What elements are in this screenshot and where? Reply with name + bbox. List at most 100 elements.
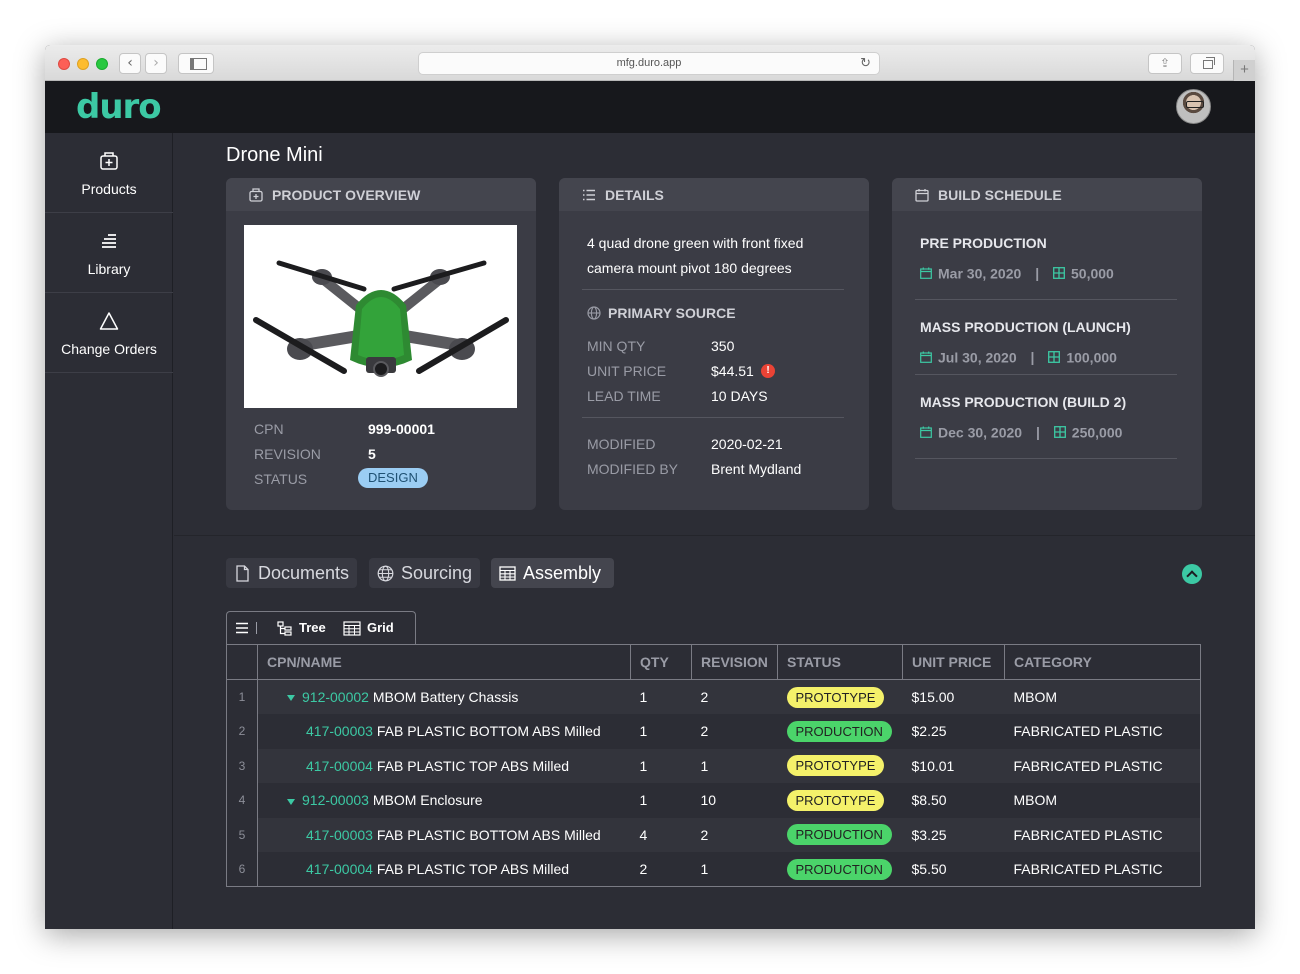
- sidebar-item-products[interactable]: Products: [45, 133, 173, 213]
- min-qty-label: MIN QTY: [587, 338, 646, 354]
- grid-view-button[interactable]: Grid: [343, 620, 394, 636]
- maximize-window-button[interactable]: [96, 58, 108, 70]
- sidebar-item-library[interactable]: Library: [45, 213, 173, 293]
- column-header-revision[interactable]: REVISION: [691, 644, 778, 680]
- schedule-qty: 250,000: [1071, 424, 1123, 441]
- back-icon[interactable]: ‹: [119, 53, 141, 74]
- tree-view-label: Tree: [299, 620, 326, 635]
- row-number: 3: [226, 748, 258, 783]
- forward-icon[interactable]: ›: [145, 53, 167, 74]
- column-header-cpn-name[interactable]: CPN/NAME: [257, 644, 631, 680]
- table-row[interactable]: 3 417-00004 FAB PLASTIC TOP ABS Milled 1…: [226, 748, 1201, 783]
- column-header-category[interactable]: CATEGORY: [1004, 644, 1201, 680]
- modified-label: MODIFIED: [587, 436, 656, 452]
- tab-assembly[interactable]: Assembly: [491, 558, 614, 588]
- cpn-link[interactable]: 912-00003: [302, 792, 369, 808]
- price-alert-icon[interactable]: !: [761, 364, 775, 378]
- list-icon: [583, 189, 595, 201]
- menu-icon[interactable]: [235, 621, 249, 635]
- cpn-link[interactable]: 417-00004: [306, 861, 373, 877]
- status-label: STATUS: [254, 471, 308, 487]
- address-bar[interactable]: mfg.duro.app ↻: [418, 52, 880, 75]
- quantity-grid-icon: [1053, 267, 1065, 280]
- cpn-link[interactable]: 417-00004: [306, 758, 373, 774]
- app-header: duro: [45, 81, 1255, 133]
- card-title: BUILD SCHEDULE: [938, 187, 1062, 203]
- qty-cell: 1: [630, 714, 692, 749]
- part-name: FAB PLASTIC BOTTOM ABS Milled: [376, 826, 601, 843]
- table-row[interactable]: 5 417-00003 FAB PLASTIC BOTTOM ABS Mille…: [226, 817, 1201, 852]
- column-header-qty[interactable]: QTY: [630, 644, 692, 680]
- row-number: 6: [226, 852, 258, 887]
- table-header-row: CPN/NAME QTY REVISION STATUS UNIT PRICE …: [226, 644, 1201, 680]
- schedule-date: Dec 30, 2020: [938, 424, 1023, 441]
- part-name: MBOM Enclosure: [372, 792, 483, 809]
- calendar-icon: [915, 189, 929, 202]
- column-header-status[interactable]: STATUS: [777, 644, 903, 680]
- schedule-qty: 50,000: [1071, 265, 1114, 282]
- sidebar-item-label: Products: [81, 181, 137, 197]
- schedule-separator: |: [1035, 424, 1040, 441]
- close-window-button[interactable]: [58, 58, 70, 70]
- unit-price-cell: $8.50: [902, 783, 1005, 818]
- card-header: DETAILS: [559, 178, 869, 211]
- tab-documents[interactable]: Documents: [226, 558, 357, 588]
- schedule-qty: 100,000: [1066, 349, 1117, 366]
- cpn-name-cell: 417-00004 FAB PLASTIC TOP ABS Milled: [257, 748, 631, 783]
- revision-cell: 2: [691, 679, 778, 714]
- minimize-window-button[interactable]: [77, 58, 89, 70]
- status-badge: PROTOTYPE: [786, 755, 885, 777]
- caret-down-icon[interactable]: [287, 695, 295, 702]
- cpn-link[interactable]: 417-00003: [306, 827, 373, 843]
- details-card: DETAILS 4 quad drone green with front fi…: [559, 178, 869, 510]
- cpn-link[interactable]: 912-00002: [302, 689, 369, 705]
- qty-cell: 1: [630, 748, 692, 783]
- row-number-header: [226, 644, 258, 680]
- cpn-link[interactable]: 417-00003: [306, 723, 373, 739]
- reload-icon[interactable]: ↻: [860, 53, 871, 74]
- tab-label: Documents: [258, 563, 350, 583]
- category-cell: MBOM: [1004, 783, 1201, 818]
- status-cell: PRODUCTION: [777, 817, 903, 852]
- unit-price-cell: $3.25: [902, 817, 1005, 852]
- cpn-name-cell: 417-00003 FAB PLASTIC BOTTOM ABS Milled: [257, 817, 631, 852]
- triangle-icon: [99, 312, 119, 330]
- qty-cell: 1: [630, 679, 692, 714]
- qty-cell: 2: [630, 852, 692, 887]
- browser-window: ‹ › mfg.duro.app ↻ ⇪ + duro Products Lib…: [45, 45, 1255, 929]
- new-tab-button[interactable]: +: [1233, 60, 1255, 81]
- share-icon[interactable]: ⇪: [1148, 53, 1182, 74]
- part-name: FAB PLASTIC TOP ABS Milled: [376, 757, 570, 774]
- status-cell: PROTOTYPE: [777, 679, 903, 714]
- sidebar-item-label: Library: [87, 261, 131, 277]
- product-summary-area: Drone Mini PRODUCT OVERVIEW CPN 999-0000…: [174, 133, 1255, 535]
- table-row[interactable]: 1 912-00002 MBOM Battery Chassis 1 2 PRO…: [226, 679, 1201, 714]
- status-badge: PROTOTYPE: [786, 686, 885, 708]
- category-cell: MBOM: [1004, 679, 1201, 714]
- table-row[interactable]: 4 912-00003 MBOM Enclosure 1 10 PROTOTYP…: [226, 783, 1201, 818]
- modified-value: 2020-02-21: [711, 436, 783, 452]
- tree-icon: [277, 621, 292, 636]
- card-header: BUILD SCHEDULE: [892, 178, 1202, 211]
- duro-logo[interactable]: duro: [76, 87, 162, 127]
- sidebar-item-change-orders[interactable]: Change Orders: [45, 293, 173, 373]
- product-image[interactable]: [244, 225, 517, 408]
- tab-sourcing[interactable]: Sourcing: [369, 558, 480, 588]
- show-tabs-icon[interactable]: [1190, 53, 1224, 74]
- schedule-stage-name: MASS PRODUCTION (LAUNCH): [920, 319, 1131, 335]
- table-row[interactable]: 6 417-00004 FAB PLASTIC TOP ABS Milled 2…: [226, 852, 1201, 887]
- primary-source-title: PRIMARY SOURCE: [608, 305, 736, 321]
- user-avatar[interactable]: [1176, 89, 1211, 124]
- unit-price-label: UNIT PRICE: [587, 363, 667, 379]
- tree-view-button[interactable]: Tree: [277, 620, 326, 636]
- browser-toolbar: ‹ › mfg.duro.app ↻ ⇪ +: [45, 45, 1255, 81]
- grid-icon: [343, 621, 361, 636]
- document-icon: [236, 565, 249, 582]
- table-row[interactable]: 2 417-00003 FAB PLASTIC BOTTOM ABS Mille…: [226, 714, 1201, 749]
- caret-down-icon[interactable]: [287, 798, 295, 805]
- tab-label: Sourcing: [401, 563, 473, 583]
- sidebar-toggle-icon[interactable]: [178, 53, 214, 74]
- tab-label: Assembly: [523, 563, 602, 583]
- chevron-up-icon[interactable]: [1182, 564, 1202, 584]
- column-header-unit-price[interactable]: UNIT PRICE: [902, 644, 1005, 680]
